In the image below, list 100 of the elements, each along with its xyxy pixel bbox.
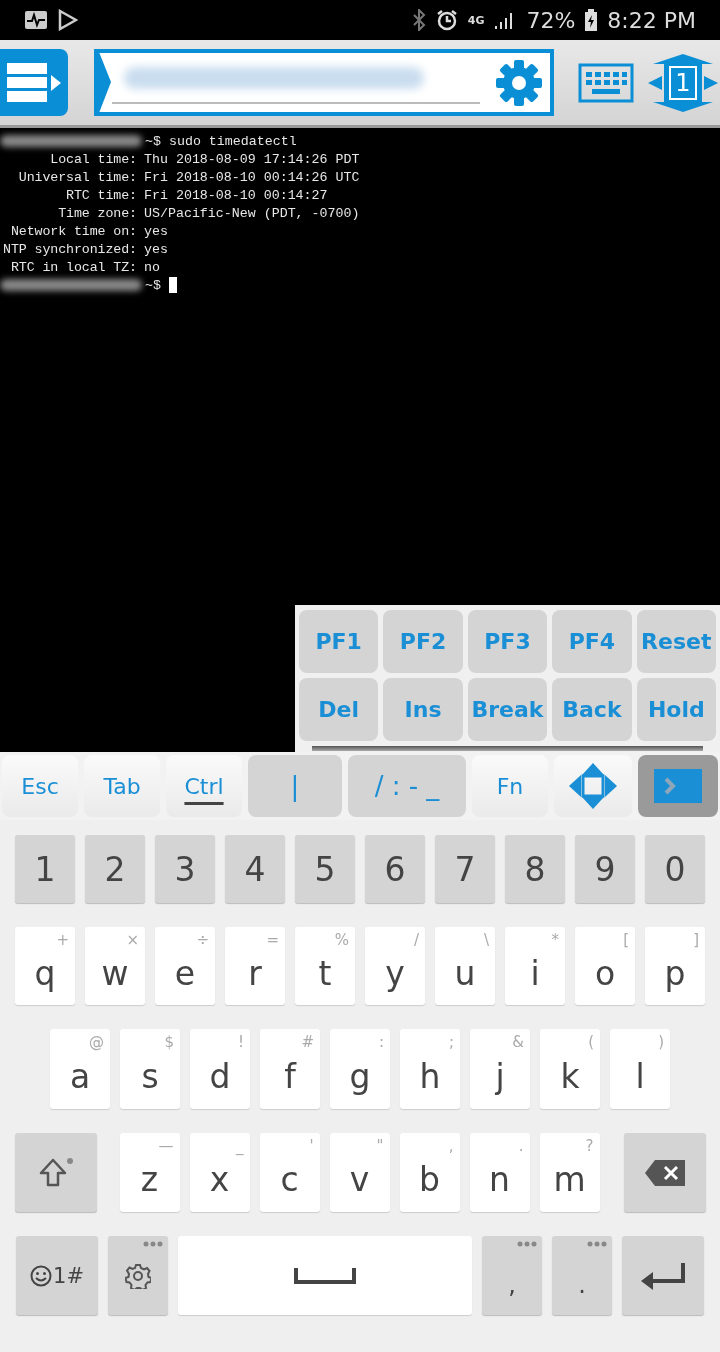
letter-key[interactable]: s $ [120, 1029, 180, 1109]
clock: 8:22 PM [607, 7, 696, 33]
number-key[interactable]: 4 [225, 835, 285, 903]
key-hint: [ [623, 931, 629, 949]
letter-key[interactable]: p ] [645, 927, 705, 1005]
shift-key[interactable] [14, 1133, 97, 1212]
number-key[interactable]: 6 [365, 835, 425, 903]
session-switcher[interactable]: 1 [648, 53, 718, 112]
address-field[interactable] [94, 49, 554, 116]
backspace-icon [644, 1159, 685, 1186]
battery-charging-icon [585, 9, 598, 31]
key-hint: ; [448, 1033, 454, 1051]
keyboard-settings-key[interactable] [108, 1236, 168, 1315]
enter-icon [641, 1260, 685, 1291]
letter-key[interactable]: e ÷ [155, 927, 215, 1005]
number-key[interactable]: 1 [15, 835, 75, 903]
alarm-icon [435, 9, 458, 31]
output-label: RTC in local TZ: [9, 259, 137, 275]
arrow-keys-button[interactable] [554, 755, 632, 817]
output-label: Network time on: [9, 223, 137, 239]
battery-percent: 72% [526, 7, 576, 33]
letter-key[interactable]: a @ [50, 1029, 110, 1109]
enter-key[interactable] [622, 1236, 704, 1315]
number-key[interactable]: 9 [575, 835, 635, 903]
key-hint: & [512, 1033, 524, 1051]
number-key[interactable]: 0 [645, 835, 705, 903]
letter-key[interactable]: v " [329, 1133, 390, 1212]
settings-icon[interactable] [494, 58, 544, 108]
key-hint: ) [658, 1033, 664, 1051]
letter-key[interactable]: k ( [540, 1029, 600, 1109]
letter-key[interactable]: r = [225, 927, 285, 1005]
punctuation-key[interactable]: , [482, 1236, 542, 1315]
bluetooth-icon [411, 9, 426, 31]
letter-key[interactable]: c ' [259, 1133, 320, 1212]
space-icon [294, 1267, 356, 1284]
scrollbar[interactable] [312, 746, 703, 751]
letter-key[interactable]: x _ [189, 1133, 250, 1212]
letter-key[interactable]: y / [365, 927, 425, 1005]
keyboard-icon[interactable] [578, 62, 634, 103]
shell-prompt: ~$ [145, 277, 161, 293]
number-key[interactable]: 8 [505, 835, 565, 903]
key-hint: ! [238, 1033, 244, 1051]
output-label: Universal time: [17, 169, 137, 185]
output-value: yes [144, 223, 168, 239]
number-key[interactable]: 3 [155, 835, 215, 903]
letter-key[interactable]: j & [470, 1029, 530, 1109]
output-value: yes [144, 241, 168, 257]
key-hint: , [448, 1137, 454, 1155]
letter-key[interactable]: h ; [400, 1029, 460, 1109]
letter-key[interactable]: d ! [190, 1029, 250, 1109]
key-hint: * [551, 931, 559, 949]
shell-prompt: ~$ [145, 133, 161, 149]
number-key[interactable]: 5 [295, 835, 355, 903]
output-label: NTP synchronized: [2, 241, 137, 257]
output-value: Thu 2018-08-09 17:14:26 PDT [144, 151, 360, 167]
symbols-key[interactable]: 1# [16, 1236, 98, 1315]
arrows-icon [569, 763, 617, 809]
text-cursor [168, 277, 177, 293]
menu-button[interactable] [0, 49, 68, 116]
network-type: 4G [467, 14, 485, 26]
backspace-key[interactable] [623, 1133, 706, 1212]
number-key[interactable]: 7 [435, 835, 495, 903]
key-hint: _ [236, 1137, 244, 1155]
letter-key[interactable]: i * [505, 927, 565, 1005]
letter-key[interactable]: g : [330, 1029, 390, 1109]
menu-icon [5, 60, 63, 105]
activity-icon [24, 10, 48, 30]
number-key[interactable]: 2 [85, 835, 145, 903]
command-text: sudo timedatectl [168, 133, 297, 149]
letter-key[interactable]: b , [399, 1133, 460, 1212]
key-hint: ÷ [196, 931, 209, 949]
key-hint: # [301, 1033, 314, 1051]
key-hint: ( [588, 1033, 594, 1051]
letter-key[interactable]: f # [260, 1029, 320, 1109]
letter-key[interactable]: t % [295, 927, 355, 1005]
letter-key[interactable]: l ) [610, 1029, 670, 1109]
punctuation-key[interactable]: . [552, 1236, 612, 1315]
key-hint: ] [693, 931, 699, 949]
key-hint: . [518, 1137, 524, 1155]
letter-key[interactable]: z — [119, 1133, 180, 1212]
letter-key[interactable]: q + [15, 927, 75, 1005]
output-value: Fri 2018-08-10 00:14:26 UTC [144, 169, 360, 185]
more-icon [587, 1241, 607, 1247]
key-hint: + [56, 931, 69, 949]
letter-key[interactable]: m ? [539, 1133, 600, 1212]
letter-key[interactable]: w × [85, 927, 145, 1005]
key-hint: × [126, 931, 139, 949]
more-icon [517, 1241, 537, 1247]
key-hint: — [158, 1137, 174, 1155]
letter-key[interactable]: o [ [575, 927, 635, 1005]
output-label: Time zone: [57, 205, 137, 221]
letter-key[interactable]: u \ [435, 927, 495, 1005]
session-number: 1 [674, 67, 692, 99]
smiley-icon [30, 1264, 52, 1287]
output-value: Fri 2018-08-10 00:14:27 [144, 187, 328, 203]
play-icon [58, 9, 78, 31]
key-hint: \ [483, 931, 489, 949]
output-value: US/Pacific-New (PDT, -0700) [144, 205, 360, 221]
key-hint: : [378, 1033, 384, 1051]
letter-key[interactable]: n . [469, 1133, 530, 1212]
